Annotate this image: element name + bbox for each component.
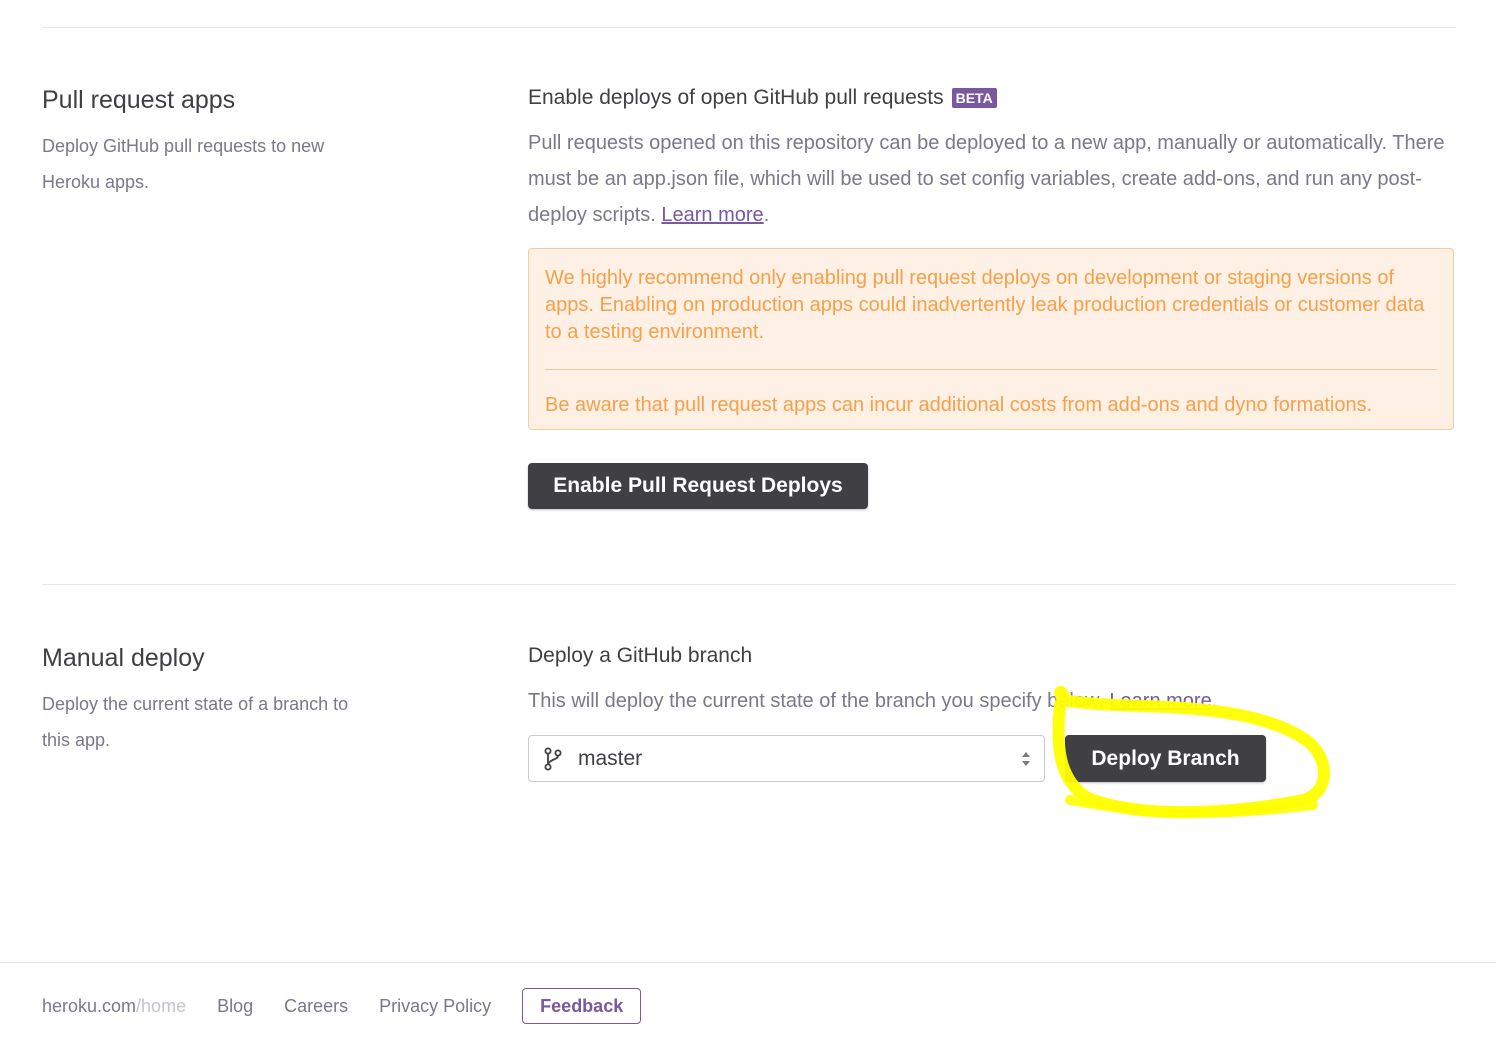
footer-careers-link[interactable]: Careers [284,996,348,1017]
enable-pull-request-deploys-button[interactable]: Enable Pull Request Deploys [528,463,868,509]
footer-home-path: /home [136,995,187,1016]
deploy-branch-button[interactable]: Deploy Branch [1065,735,1266,782]
footer-blog-link[interactable]: Blog [217,996,253,1017]
pull-request-heading-text: Enable deploys of open GitHub pull reque… [528,86,944,109]
manual-deploy-description: Deploy the current state of a branch to … [42,694,349,750]
footer: heroku.com/home Blog Careers Privacy Pol… [42,988,642,1024]
warning-text-1: We highly recommend only enabling pull r… [545,267,1425,343]
middle-divider [42,584,1456,585]
beta-badge: BETA [951,88,997,108]
footer-home-link[interactable]: heroku.com/home [42,996,186,1017]
select-arrows-icon [1022,751,1030,766]
pull-request-warning: We highly recommend only enabling pull r… [528,248,1454,430]
manual-deploy-heading-text: Deploy a GitHub branch [528,644,753,667]
branch-select[interactable]: master [528,735,1045,782]
pull-request-apps-title: Pull request apps [42,86,236,114]
footer-home-domain: heroku.com [42,995,137,1016]
page: Pull request apps Deploy GitHub pull req… [0,0,1496,1049]
manual-deploy-body-text: This will deploy the current state of th… [528,690,1104,712]
manual-deploy-learn-more-link[interactable]: Learn more [1109,690,1211,712]
manual-deploy-heading: Deploy a GitHub branch [528,644,752,668]
pull-request-body: Pull requests opened on this repository … [528,132,1445,226]
warning-divider [545,369,1437,370]
footer-privacy-policy-link[interactable]: Privacy Policy [379,996,491,1017]
pull-request-heading: Enable deploys of open GitHub pull reque… [528,86,997,110]
footer-divider [0,962,1496,963]
warning-text-2: Be aware that pull request apps can incu… [545,394,1373,416]
manual-deploy-title: Manual deploy [42,644,205,672]
feedback-button[interactable]: Feedback [522,988,642,1024]
git-branch-icon [544,747,562,770]
branch-select-value: master [578,746,643,770]
top-divider [42,27,1456,28]
pull-request-learn-more-link[interactable]: Learn more [661,204,763,226]
pull-request-apps-description: Deploy GitHub pull requests to new Herok… [42,136,325,192]
manual-deploy-body: This will deploy the current state of th… [528,690,1218,712]
